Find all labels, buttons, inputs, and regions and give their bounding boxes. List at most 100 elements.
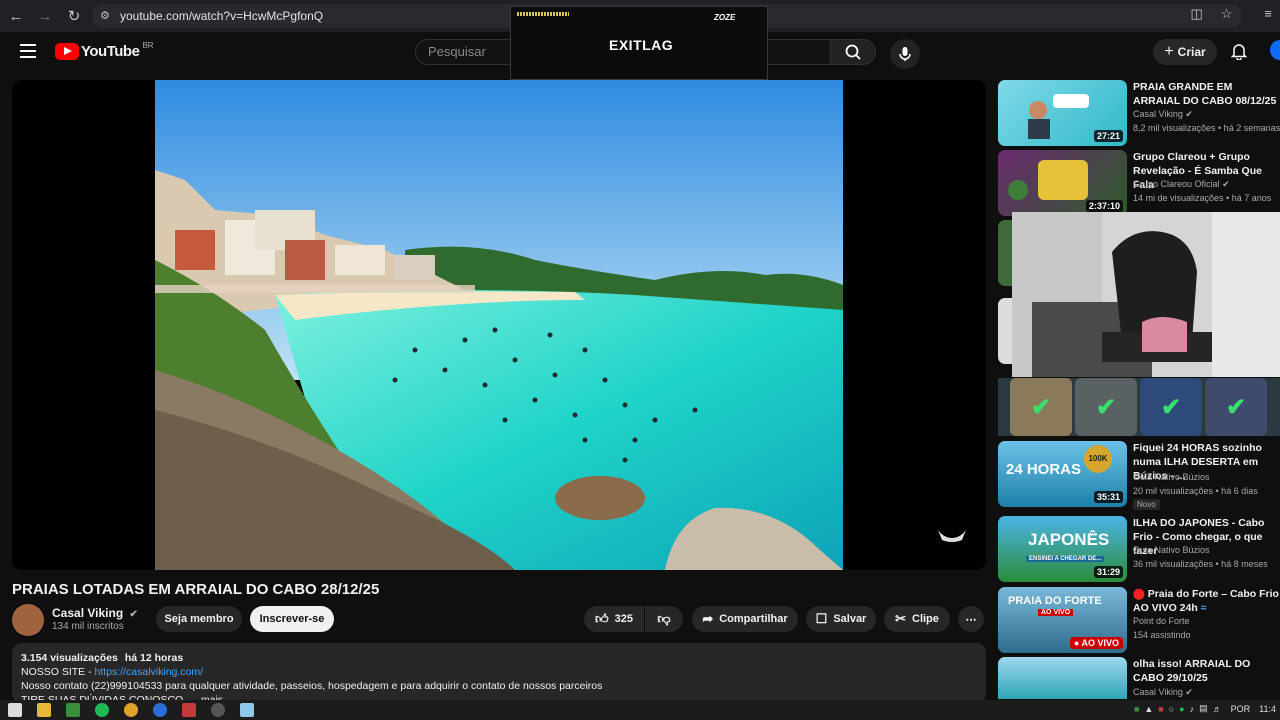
live-badge: ● AO VIVO: [1069, 637, 1123, 649]
recommendation-thumbnail-partial[interactable]: [998, 298, 1012, 364]
recommendation-thumbnail-partial[interactable]: [998, 220, 1012, 286]
voice-search-button[interactable]: [890, 39, 920, 69]
url-text: youtube.com/watch?v=HcwMcPgfonQ: [120, 9, 324, 23]
video-player[interactable]: [12, 80, 986, 570]
recommendation-channel[interactable]: Casal Viking ✔: [1133, 109, 1193, 120]
language-indicator[interactable]: POR: [1231, 704, 1251, 714]
recommendation-channel[interactable]: Grupo Clareou Oficial ✔: [1133, 179, 1230, 190]
description-stats: 3.154 visualizações há 12 horas: [21, 651, 977, 665]
join-button[interactable]: Seja membro: [156, 606, 242, 632]
recommendation-item[interactable]: olha isso! ARRAIAL DO CABO 29/10/25 Casa…: [998, 657, 1280, 699]
recommendation-meta: 20 mil visualizações • há 6 dias: [1133, 486, 1258, 496]
clock[interactable]: 11:4: [1259, 704, 1276, 714]
thumbnail-subtext: ENSINEI A CHEGAR DE...: [1026, 556, 1105, 562]
site-settings-icon[interactable]: ⚙: [100, 9, 114, 23]
obs-icon[interactable]: [211, 703, 225, 717]
recommendation-item[interactable]: 27:21 PRAIA GRANDE EM ARRAIAL DO CABO 08…: [998, 80, 1280, 146]
video-thumbnail[interactable]: 2:37:10: [998, 150, 1127, 216]
youtube-play-icon: [55, 43, 79, 60]
account-avatar[interactable]: [1270, 40, 1280, 60]
steam-icon[interactable]: [153, 703, 167, 717]
search-button[interactable]: [830, 39, 876, 65]
recommendation-channel[interactable]: Guia Nativo Búzios: [1133, 545, 1210, 555]
like-count: 325: [614, 613, 633, 625]
video-thumbnail[interactable]: 27:21: [998, 80, 1127, 146]
recommendation-item[interactable]: JAPONÊS ENSINEI A CHEGAR DE... 31:29 ILH…: [998, 516, 1280, 582]
tray-app-icon[interactable]: ●: [1179, 704, 1184, 714]
back-icon[interactable]: ←: [3, 3, 29, 29]
hamburger-menu-icon[interactable]: [20, 44, 36, 58]
tray-app-icon[interactable]: ■: [1158, 704, 1163, 714]
bookmark-star-icon[interactable]: ☆: [1221, 6, 1233, 22]
youtube-logo[interactable]: YouTube BR: [55, 41, 154, 60]
tray-app-icon[interactable]: ▲: [1144, 704, 1153, 714]
checkmark-icon: ✔: [1010, 378, 1072, 436]
clip-button[interactable]: ✂ Clipe: [884, 606, 950, 632]
video-frame[interactable]: [155, 80, 843, 570]
notifications-bell-icon[interactable]: [1230, 42, 1248, 60]
spotify-icon[interactable]: [95, 703, 109, 717]
recommendation-channel[interactable]: Casal Viking ✔: [1133, 687, 1193, 698]
save-label: Salvar: [833, 613, 867, 625]
video-thumbnail[interactable]: PRAIA DO FORTE AO VIVO ● AO VIVO: [998, 587, 1127, 653]
video-thumbnail[interactable]: ✔ ✔ ✔ ✔: [998, 378, 1280, 436]
microphone-icon[interactable]: ♪: [1190, 704, 1195, 714]
create-button[interactable]: + Criar: [1153, 39, 1217, 65]
windows-taskbar: ■ ▲ ■ ○ ● ♪ ▤ ♬ POR 11:4: [0, 700, 1280, 720]
cast-icon[interactable]: ◫: [1190, 6, 1202, 22]
description-box[interactable]: 3.154 visualizações há 12 horas NOSSO SI…: [12, 643, 986, 703]
create-label: Criar: [1177, 45, 1206, 59]
tray-app-icon[interactable]: ○: [1169, 704, 1174, 714]
recommendation-title[interactable]: olha isso! ARRAIAL DO CABO 29/10/25: [1133, 657, 1280, 685]
verified-check-icon: ✔: [1185, 687, 1193, 697]
channel-avatar[interactable]: [12, 604, 44, 636]
network-icon[interactable]: ▤: [1199, 703, 1208, 714]
video-thumbnail[interactable]: 24 HORAS 100K 35:31: [998, 441, 1127, 507]
share-button[interactable]: ➦ Compartilhar: [692, 606, 798, 632]
windows-start-icon[interactable]: [8, 703, 22, 717]
join-label: Seja membro: [164, 613, 234, 625]
recommendation-item[interactable]: PRAIA DO FORTE AO VIVO ● AO VIVO ⬤ Praia…: [998, 587, 1280, 653]
overlay-brand: EXITLAG: [609, 37, 674, 53]
recommendation-title[interactable]: PRAIA GRANDE EM ARRAIAL DO CABO 08/12/25: [1133, 80, 1280, 108]
live-dot-icon: ●: [1073, 638, 1080, 648]
reload-icon[interactable]: ↻: [61, 3, 87, 29]
recommendation-item[interactable]: 24 HORAS 100K 35:31 Fiquei 24 HORAS sozi…: [998, 441, 1280, 510]
channel-watermark[interactable]: [936, 528, 968, 552]
verified-check-icon: ✔: [1222, 179, 1230, 189]
more-actions-button[interactable]: ⋯: [958, 606, 984, 632]
dislike-button[interactable]: 👎︎: [645, 606, 683, 632]
recommendation-channel[interactable]: Point do Forte: [1133, 616, 1190, 626]
subscriber-count: 134 mil inscritos: [52, 621, 124, 632]
video-title: PRAIAS LOTADAS EM ARRAIAL DO CABO 28/12/…: [12, 581, 380, 598]
app-icon[interactable]: [182, 703, 196, 717]
video-thumbnail[interactable]: [998, 657, 1127, 699]
forward-icon[interactable]: →: [32, 3, 58, 29]
bookmark-icon: ☐: [815, 611, 828, 626]
chrome-icon[interactable]: [124, 703, 138, 717]
system-tray: ■ ▲ ■ ○ ● ♪ ▤ ♬ POR 11:4: [1134, 703, 1276, 714]
recommendation-item[interactable]: 2:37:10 Grupo Clareou + Grupo Revelação …: [998, 150, 1280, 216]
extensions-icon[interactable]: ≡: [1264, 6, 1272, 22]
video-thumbnail[interactable]: JAPONÊS ENSINEI A CHEGAR DE... 31:29: [998, 516, 1127, 582]
notepad-icon[interactable]: [240, 703, 254, 717]
video-duration: 35:31: [1093, 491, 1123, 503]
recommendation-title[interactable]: ⬤ Praia do Forte – Cabo Frio AO VIVO 24h…: [1133, 587, 1280, 615]
recommendation-meta: 14 mi de visualizações • há 7 anos: [1133, 193, 1272, 203]
subscribe-button[interactable]: Inscrever-se: [250, 606, 334, 632]
recommendation-channel[interactable]: Guia Nativo Búzios: [1133, 472, 1210, 482]
tray-app-icon[interactable]: ■: [1134, 704, 1139, 714]
video-duration: 27:21: [1093, 130, 1123, 142]
site-link[interactable]: https://casalviking.com/: [95, 666, 204, 678]
checkmark-icon: ✔: [1140, 378, 1202, 436]
like-button[interactable]: 👍︎ 325: [584, 606, 644, 632]
video-duration: 31:29: [1093, 566, 1123, 578]
checkmark-icon: ✔: [1205, 378, 1267, 436]
save-button[interactable]: ☐ Salvar: [806, 606, 876, 632]
verified-check-icon: ✔: [129, 609, 138, 620]
search-icon: [845, 44, 861, 60]
file-explorer-icon[interactable]: [37, 703, 51, 717]
volume-icon[interactable]: ♬: [1213, 704, 1222, 714]
channel-name[interactable]: Casal Viking ✔: [52, 606, 138, 620]
xbox-icon[interactable]: [66, 703, 80, 717]
